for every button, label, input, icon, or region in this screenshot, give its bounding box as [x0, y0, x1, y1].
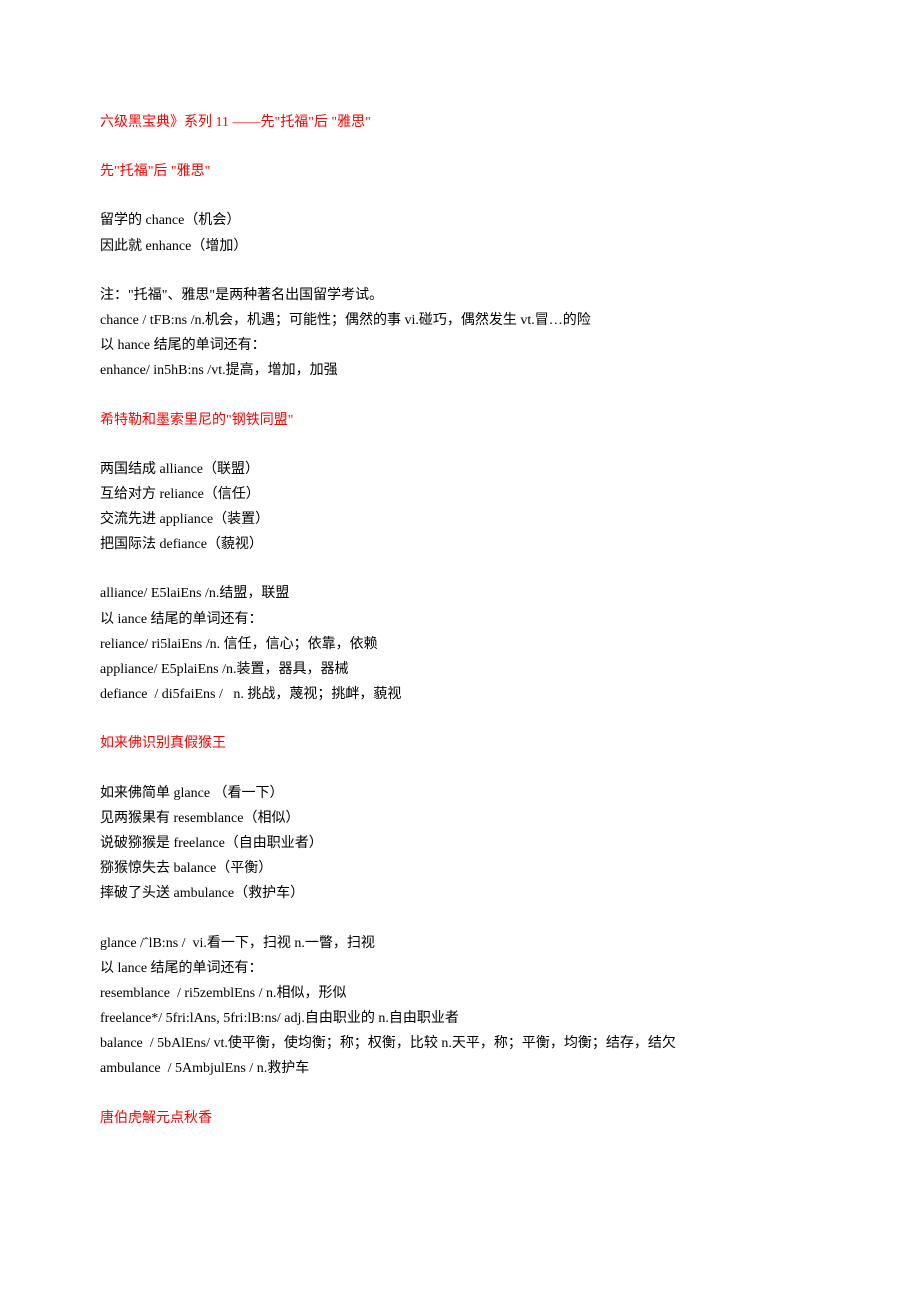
text-line: 因此就 enhance（增加）	[100, 234, 820, 259]
text-line: 猕猴惊失去 balance（平衡）	[100, 856, 820, 881]
content-block: 两国结成 alliance（联盟） 互给对方 reliance（信任） 交流先进…	[100, 457, 820, 558]
text-line: appliance/ E5plaiEns /n.装置，器具，器械	[100, 657, 820, 682]
title-subtitle: ——先"托福"后 "雅思"	[232, 115, 370, 130]
text-line: 见两猴果有 resemblance（相似）	[100, 806, 820, 831]
text-line: freelance*/ 5fri:lAns, 5fri:lB:ns/ adj.自…	[100, 1006, 820, 1031]
section-heading: 先"托福"后 "雅思"	[100, 159, 820, 184]
text-line: 交流先进 appliance（装置）	[100, 507, 820, 532]
text-line: 以 hance 结尾的单词还有：	[100, 333, 820, 358]
document-page: 六级黑宝典》系列 11 ——先"托福"后 "雅思" 先"托福"后 "雅思" 留学…	[0, 0, 920, 1215]
page-main-title: 六级黑宝典》系列 11 ——先"托福"后 "雅思"	[100, 110, 820, 135]
text-line: reliance/ ri5laiEns /n. 信任，信心；依靠，依赖	[100, 632, 820, 657]
text-line: 说破猕猴是 freelance（自由职业者）	[100, 831, 820, 856]
content-block: 留学的 chance（机会） 因此就 enhance（增加）	[100, 208, 820, 258]
text-line: 以 iance 结尾的单词还有：	[100, 607, 820, 632]
text-line: ambulance / 5AmbjulEns / n.救护车	[100, 1056, 820, 1081]
text-line: 注："托福"、雅思"是两种著名出国留学考试。	[100, 283, 820, 308]
section-heading-text: 如来佛识别真假猴王	[100, 736, 226, 751]
text-line: 留学的 chance（机会）	[100, 208, 820, 233]
section-heading: 如来佛识别真假猴王	[100, 731, 820, 756]
text-line: 以 lance 结尾的单词还有：	[100, 956, 820, 981]
content-block: 如来佛简单 glance （看一下） 见两猴果有 resemblance（相似）…	[100, 781, 820, 907]
text-line: 互给对方 reliance（信任）	[100, 482, 820, 507]
section-heading-text: 希特勒和墨索里尼的"钢铁同盟"	[100, 413, 293, 428]
section-heading-text: 先"托福"后 "雅思"	[100, 164, 210, 179]
text-line: alliance/ E5laiEns /n.结盟，联盟	[100, 581, 820, 606]
text-line: defiance / di5faiEns / n. 挑战，蔑视；挑衅，藐视	[100, 682, 820, 707]
text-line: resemblance / ri5zemblEns / n.相似，形似	[100, 981, 820, 1006]
content-block: glance /ˆlB:ns / vi.看一下，扫视 n.一瞥，扫视 以 lan…	[100, 931, 820, 1082]
title-series: 六级黑宝典》系列 11	[100, 115, 229, 130]
text-line: 如来佛简单 glance （看一下）	[100, 781, 820, 806]
content-block: alliance/ E5laiEns /n.结盟，联盟 以 iance 结尾的单…	[100, 581, 820, 707]
text-line: chance / tFB:ns /n.机会，机遇；可能性；偶然的事 vi.碰巧，…	[100, 308, 820, 333]
text-line: 把国际法 defiance（藐视）	[100, 532, 820, 557]
text-line: balance / 5bAlEns/ vt.使平衡，使均衡；称；权衡，比较 n.…	[100, 1031, 820, 1056]
text-line: 摔破了头送 ambulance（救护车）	[100, 881, 820, 906]
text-line: 两国结成 alliance（联盟）	[100, 457, 820, 482]
section-heading: 唐伯虎解元点秋香	[100, 1106, 820, 1131]
section-heading: 希特勒和墨索里尼的"钢铁同盟"	[100, 408, 820, 433]
section-heading-text: 唐伯虎解元点秋香	[100, 1111, 212, 1126]
text-line: glance /ˆlB:ns / vi.看一下，扫视 n.一瞥，扫视	[100, 931, 820, 956]
text-line: enhance/ in5hB:ns /vt.提高，增加，加强	[100, 358, 820, 383]
content-block: 注："托福"、雅思"是两种著名出国留学考试。 chance / tFB:ns /…	[100, 283, 820, 384]
